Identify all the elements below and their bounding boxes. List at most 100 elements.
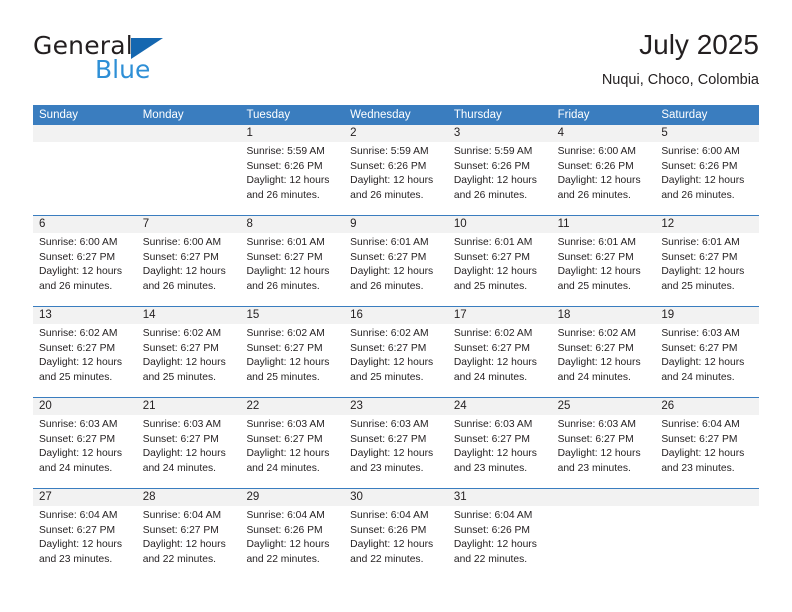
day-detail-line: Sunset: 6:27 PM	[142, 251, 219, 263]
calendar-week-row: 27 28 29 30 31 Sunrise: 6:04 AM Sunset: 6:27 P…	[33, 488, 759, 579]
day-number[interactable]: 28	[137, 489, 241, 506]
day-number[interactable]: 5	[655, 125, 759, 142]
day-number[interactable]: 20	[33, 398, 137, 415]
day-number[interactable]: 1	[240, 125, 344, 142]
day-cell-empty	[33, 142, 137, 215]
day-cell[interactable]: Sunrise: 6:04 AM Sunset: 6:27 PM Daylight:…	[137, 506, 241, 579]
day-detail-line: Sunrise: 6:01 AM	[453, 237, 533, 248]
day-cell[interactable]: Sunrise: 6:03 AM Sunset: 6:27 PM Daylight:…	[655, 324, 759, 397]
day-cell[interactable]: Sunrise: 6:01 AM Sunset: 6:27 PM Daylight:…	[240, 233, 344, 306]
day-number[interactable]: 10	[448, 216, 552, 233]
day-detail-line: Sunrise: 6:01 AM	[661, 237, 740, 248]
day-cell[interactable]: Sunrise: 6:03 AM Sunset: 6:27 PM Daylight:…	[33, 415, 137, 488]
day-number[interactable]: 27	[33, 489, 137, 506]
day-number[interactable]: 25	[552, 398, 656, 415]
day-number[interactable]: 3	[448, 125, 552, 142]
day-detail-line: Daylight: 12 hours	[557, 357, 641, 369]
day-number[interactable]: 21	[137, 398, 241, 415]
day-detail-line: and 23 minutes.	[453, 462, 528, 474]
weekday-header-saturday: Saturday	[661, 109, 708, 121]
day-cell[interactable]: Sunrise: 6:04 AM Sunset: 6:26 PM Daylight:…	[344, 506, 448, 579]
day-cell-empty	[137, 142, 241, 215]
day-cell[interactable]: Sunrise: 6:04 AM Sunset: 6:26 PM Daylight:…	[448, 506, 552, 579]
day-cell[interactable]: Sunrise: 6:02 AM Sunset: 6:27 PM Daylight:…	[552, 324, 656, 397]
day-detail-line: Sunrise: 6:04 AM	[142, 510, 222, 521]
day-number[interactable]: 12	[655, 216, 759, 233]
weekday-header-thursday: Thursday	[453, 109, 502, 121]
day-detail-line: Sunset: 6:27 PM	[661, 251, 738, 263]
day-number[interactable]: 30	[344, 489, 448, 506]
day-cell[interactable]: Sunrise: 6:01 AM Sunset: 6:27 PM Daylight:…	[448, 233, 552, 306]
day-cell[interactable]: Sunrise: 6:00 AM Sunset: 6:27 PM Daylight:…	[137, 233, 241, 306]
day-number[interactable]: 9	[344, 216, 448, 233]
day-detail-line: Sunset: 6:27 PM	[246, 251, 323, 263]
day-number[interactable]: 29	[240, 489, 344, 506]
day-number[interactable]: 2	[344, 125, 448, 142]
day-detail-line: Sunrise: 6:03 AM	[142, 419, 222, 430]
day-cell[interactable]: Sunrise: 6:02 AM Sunset: 6:27 PM Daylight:…	[344, 324, 448, 397]
day-number[interactable]: 22	[240, 398, 344, 415]
day-cell[interactable]: Sunrise: 6:02 AM Sunset: 6:27 PM Daylight:…	[137, 324, 241, 397]
day-cell[interactable]: Sunrise: 6:00 AM Sunset: 6:27 PM Daylight:…	[33, 233, 137, 306]
day-detail-line: Sunset: 6:27 PM	[453, 251, 531, 263]
day-cell[interactable]: Sunrise: 6:01 AM Sunset: 6:27 PM Daylight:…	[655, 233, 759, 306]
day-detail-line: Sunset: 6:27 PM	[142, 524, 219, 536]
day-number[interactable]: 26	[655, 398, 759, 415]
day-number[interactable]: 17	[448, 307, 552, 324]
day-detail-line: and 25 minutes.	[350, 371, 424, 383]
day-number[interactable]: 13	[33, 307, 137, 324]
day-cell[interactable]: Sunrise: 6:03 AM Sunset: 6:27 PM Daylight:…	[552, 415, 656, 488]
day-cell[interactable]: Sunrise: 6:00 AM Sunset: 6:26 PM Daylight:…	[552, 142, 656, 215]
day-detail-line: Daylight: 12 hours	[142, 448, 226, 460]
day-cell[interactable]: Sunrise: 5:59 AM Sunset: 6:26 PM Daylight:…	[448, 142, 552, 215]
day-cell[interactable]: Sunrise: 5:59 AM Sunset: 6:26 PM Daylight:…	[344, 142, 448, 215]
day-detail-line: and 26 minutes.	[39, 280, 113, 292]
day-detail-line: Sunset: 6:26 PM	[246, 524, 323, 536]
day-detail-line: Sunset: 6:26 PM	[246, 160, 323, 172]
day-detail-line: and 22 minutes.	[350, 553, 424, 565]
day-cell[interactable]: Sunrise: 6:03 AM Sunset: 6:27 PM Daylight:…	[448, 415, 552, 488]
day-cell[interactable]: Sunrise: 6:03 AM Sunset: 6:27 PM Daylight:…	[137, 415, 241, 488]
day-number[interactable]: 18	[552, 307, 656, 324]
day-number[interactable]: 14	[137, 307, 241, 324]
day-number[interactable]: 16	[344, 307, 448, 324]
day-detail-line: Sunrise: 6:03 AM	[246, 419, 325, 430]
calendar-week-row: 20 21 22 23 24 25 26 Sunrise: 6:03 AM Sunset: 6:…	[33, 397, 759, 488]
day-number[interactable]: 8	[240, 216, 344, 233]
day-cell[interactable]: Sunrise: 6:03 AM Sunset: 6:27 PM Daylight:…	[344, 415, 448, 488]
day-number[interactable]: 23	[344, 398, 448, 415]
day-number[interactable]: 11	[552, 216, 656, 233]
day-detail-line: and 26 minutes.	[246, 189, 320, 201]
day-number[interactable]: 19	[655, 307, 759, 324]
day-detail-line: Sunrise: 6:00 AM	[557, 146, 637, 157]
day-number[interactable]: 7	[137, 216, 241, 233]
day-detail-line: Sunrise: 6:04 AM	[350, 510, 429, 521]
day-number[interactable]: 15	[240, 307, 344, 324]
day-detail-line: and 25 minutes.	[246, 371, 320, 383]
day-detail-line: and 22 minutes.	[142, 553, 216, 565]
day-cell[interactable]: Sunrise: 6:02 AM Sunset: 6:27 PM Daylight:…	[448, 324, 552, 397]
day-cell[interactable]: Sunrise: 6:03 AM Sunset: 6:27 PM Daylight:…	[240, 415, 344, 488]
day-cell[interactable]: Sunrise: 6:01 AM Sunset: 6:27 PM Daylight:…	[552, 233, 656, 306]
day-number[interactable]: 6	[33, 216, 137, 233]
day-cell[interactable]: Sunrise: 6:04 AM Sunset: 6:26 PM Daylight:…	[240, 506, 344, 579]
day-cell[interactable]: Sunrise: 6:02 AM Sunset: 6:27 PM Daylight:…	[240, 324, 344, 397]
day-cell[interactable]: Sunrise: 6:00 AM Sunset: 6:26 PM Daylight:…	[655, 142, 759, 215]
day-cell[interactable]: Sunrise: 5:59 AM Sunset: 6:26 PM Daylight:…	[240, 142, 344, 215]
day-cell[interactable]: Sunrise: 6:04 AM Sunset: 6:27 PM Daylight:…	[655, 415, 759, 488]
day-number[interactable]: 4	[552, 125, 656, 142]
day-number[interactable]: 24	[448, 398, 552, 415]
day-detail-line: Sunset: 6:26 PM	[453, 524, 531, 536]
weekday-header-friday: Friday	[557, 109, 590, 121]
day-cell[interactable]: Sunrise: 6:04 AM Sunset: 6:27 PM Daylight:…	[33, 506, 137, 579]
day-cell[interactable]: Sunrise: 6:01 AM Sunset: 6:27 PM Daylight:…	[344, 233, 448, 306]
day-number-row: 12345	[33, 125, 759, 142]
day-number[interactable]: 31	[448, 489, 552, 506]
calendar-page: General Blue July 2025 Nuqui, Choco, Col…	[0, 0, 792, 612]
day-detail-line: Sunset: 6:27 PM	[246, 342, 323, 354]
day-cell[interactable]: Sunrise: 6:02 AM Sunset: 6:27 PM Daylight:…	[33, 324, 137, 397]
day-detail-line: Daylight: 12 hours	[246, 539, 330, 551]
day-detail-line: and 25 minutes.	[661, 280, 735, 292]
day-detail-line: Sunset: 6:26 PM	[661, 160, 738, 172]
day-detail-line: Sunrise: 6:03 AM	[661, 328, 740, 339]
